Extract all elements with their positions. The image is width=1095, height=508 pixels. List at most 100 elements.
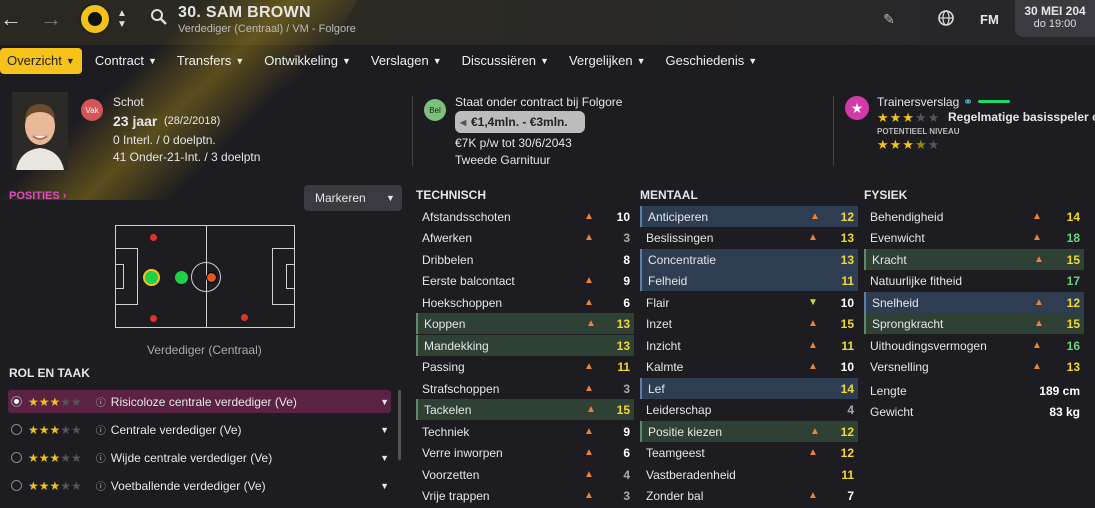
info-icon: ⓘ [95,454,106,465]
arrow-icon: ▲ [1034,318,1044,329]
search-icon[interactable] [148,6,170,28]
role-row[interactable]: ★★★ ★★ ⓘ Wijde centrale verdediger (Ve) ▼ [8,446,391,469]
mark-dropdown[interactable]: Markeren ▼ [304,185,402,211]
tab-discussieren[interactable]: Discussiëren ▼ [455,48,556,74]
attr-dribbelen[interactable]: Dribbelen 8 [416,249,634,270]
attr-positie-kiezen[interactable]: Positie kiezen ▲ 12 [640,421,858,442]
arrow-icon: ▲ [584,469,594,480]
contract-label[interactable]: Staat onder contract bij Folgore [455,95,622,109]
scouting-knowledge-bar [978,100,1010,103]
coach-report-label[interactable]: Trainersverslag [877,95,959,109]
attr-sprongkracht[interactable]: Sprongkracht ▲ 15 [864,313,1084,334]
attr-koppen[interactable]: Koppen ▲ 13 [416,313,634,334]
tab-verslagen[interactable]: Verslagen ▼ [364,48,449,74]
attr-voorzetten[interactable]: Voorzetten ▲ 4 [416,464,634,485]
arrow-icon: ▲ [1032,211,1042,222]
edit-pencil-icon[interactable]: ✎ [880,10,898,28]
attr-inzicht[interactable]: Inzicht ▲ 11 [640,335,858,356]
globe-icon[interactable] [935,7,957,29]
role-row[interactable]: ★★★ ★★ ⓘ Centrale verdediger (Ve) ▼ [8,418,391,441]
attr-mandekking[interactable]: Mandekking 13 [416,335,634,356]
attr-behendigheid[interactable]: Behendigheid ▲ 14 [864,206,1084,227]
attr-zonder-bal[interactable]: Zonder bal ▲ 7 [640,485,858,506]
attr-evenwicht[interactable]: Evenwicht ▲ 18 [864,227,1084,248]
primary-position-dot [143,269,160,286]
position-dot [150,234,157,241]
arrow-icon: ▲ [584,426,594,437]
arrow-icon: ▲ [584,275,594,286]
player-birthdate: (28/2/2018) [164,115,221,127]
info-icon: ⓘ [95,482,106,493]
attr-vrije-trappen[interactable]: Vrije trappen ▲ 3 [416,485,634,506]
tab-transfers[interactable]: Transfers ▼ [170,48,251,74]
arrow-icon: ▲ [586,318,596,329]
role-row[interactable]: ★★★ ★★ ⓘ Risicoloze centrale verdediger (… [8,390,391,413]
attr-leiderschap[interactable]: Leiderschap 4 [640,399,858,420]
scrollbar[interactable] [398,390,401,460]
position-dot [150,315,157,322]
divider [833,96,834,166]
current-ability-stars: ★★★★★ [877,110,941,125]
attr-natuurlijke-fitheid[interactable]: Natuurlijke fitheid 17 [864,270,1084,291]
arrow-icon: ▲ [584,383,594,394]
arrow-icon: ▲ [584,361,594,372]
info-icon: ⓘ [95,426,106,437]
weight-row: Gewicht 83 kg [870,404,1080,419]
attr-flair[interactable]: Flair ▼ 10 [640,292,858,313]
attr-lef[interactable]: Lef 14 [640,378,858,399]
fm-menu-button[interactable]: FM [980,12,999,27]
arrow-icon: ▲ [808,490,818,501]
attr-felheid[interactable]: Felheid 11 [640,270,858,291]
arrow-icon: ▲ [584,490,594,501]
attr-passing[interactable]: Passing ▲ 11 [416,356,634,377]
arrow-icon: ▲ [584,447,594,458]
attr-techniek[interactable]: Techniek ▲ 9 [416,421,634,442]
chevron-down-icon: ▼ [380,480,389,491]
attr-beslissingen[interactable]: Beslissingen ▲ 13 [640,227,858,248]
attr-afwerken[interactable]: Afwerken ▲ 3 [416,227,634,248]
tab-geschiedenis[interactable]: Geschiedenis ▼ [658,48,764,74]
radio-button[interactable] [11,396,22,407]
attr-hoekschoppen[interactable]: Hoekschoppen ▲ 6 [416,292,634,313]
radio-button[interactable] [11,480,22,491]
attr-snelheid[interactable]: Snelheid ▲ 12 [864,292,1084,313]
radio-button[interactable] [11,452,22,463]
tab-contract[interactable]: Contract ▼ [88,48,164,74]
attr-uithoudingsvermogen[interactable]: Uithoudingsvermogen ▲ 16 [864,335,1084,356]
attr-afstandsschoten[interactable]: Afstandsschoten ▲ 10 [416,206,634,227]
mental-heading: MENTAAL [640,188,698,202]
position-dot [206,272,217,283]
player-subtitle: Verdediger (Centraal) / VM - Folgore [178,23,356,35]
attr-versnelling[interactable]: Versnelling ▲ 13 [864,356,1084,377]
attr-vastberadenheid[interactable]: Vastberadenheid 11 [640,464,858,485]
attr-kalmte[interactable]: Kalmte ▲ 10 [640,356,858,377]
club-crest-icon[interactable] [79,3,111,35]
attr-eerste-balcontact[interactable]: Eerste balcontact ▲ 9 [416,270,634,291]
squad-status: Tweede Garnituur [455,153,551,167]
attr-kracht[interactable]: Kracht ▲ 15 [864,249,1084,270]
attr-teamgeest[interactable]: Teamgeest ▲ 12 [640,442,858,463]
attr-strafschoppen[interactable]: Strafschoppen ▲ 3 [416,378,634,399]
attr-anticiperen[interactable]: Anticiperen ▲ 12 [640,206,858,227]
transfer-value: ◀ €1,4mln. - €3mln. [455,111,585,133]
arrow-icon: ▲ [808,361,818,372]
tab-vergelijken[interactable]: Vergelijken ▼ [562,48,653,74]
attr-inzet[interactable]: Inzet ▲ 15 [640,313,858,334]
tab-overzicht[interactable]: Overzicht ▼ [0,47,82,74]
arrow-icon: ▲ [810,211,820,222]
player-switch-chevrons-icon[interactable]: ▲ ▼ [115,5,129,33]
chevron-down-icon: ▼ [380,424,389,435]
radio-button[interactable] [11,424,22,435]
date-box[interactable]: 30 MEI 204 do 19:00 [1015,0,1095,37]
arrow-icon: ▲ [1034,254,1044,265]
attr-tackelen[interactable]: Tackelen ▲ 15 [416,399,634,420]
tab-ontwikkeling[interactable]: Ontwikkeling ▼ [257,48,358,74]
positions-heading[interactable]: POSITIES › [9,190,66,202]
attr-verre-inworpen[interactable]: Verre inworpen ▲ 6 [416,442,634,463]
binoculars-icon: ⚭ [962,95,974,109]
role-row[interactable]: ★★★ ★★ ⓘ Voetballende verdediger (Ve) ▼ [8,474,391,497]
attr-concentratie[interactable]: Concentratie 13 [640,249,858,270]
back-arrow-icon[interactable]: ← [0,6,22,32]
coach-report-star-icon: ★ [845,96,869,120]
forward-arrow-icon[interactable]: → [40,6,62,32]
